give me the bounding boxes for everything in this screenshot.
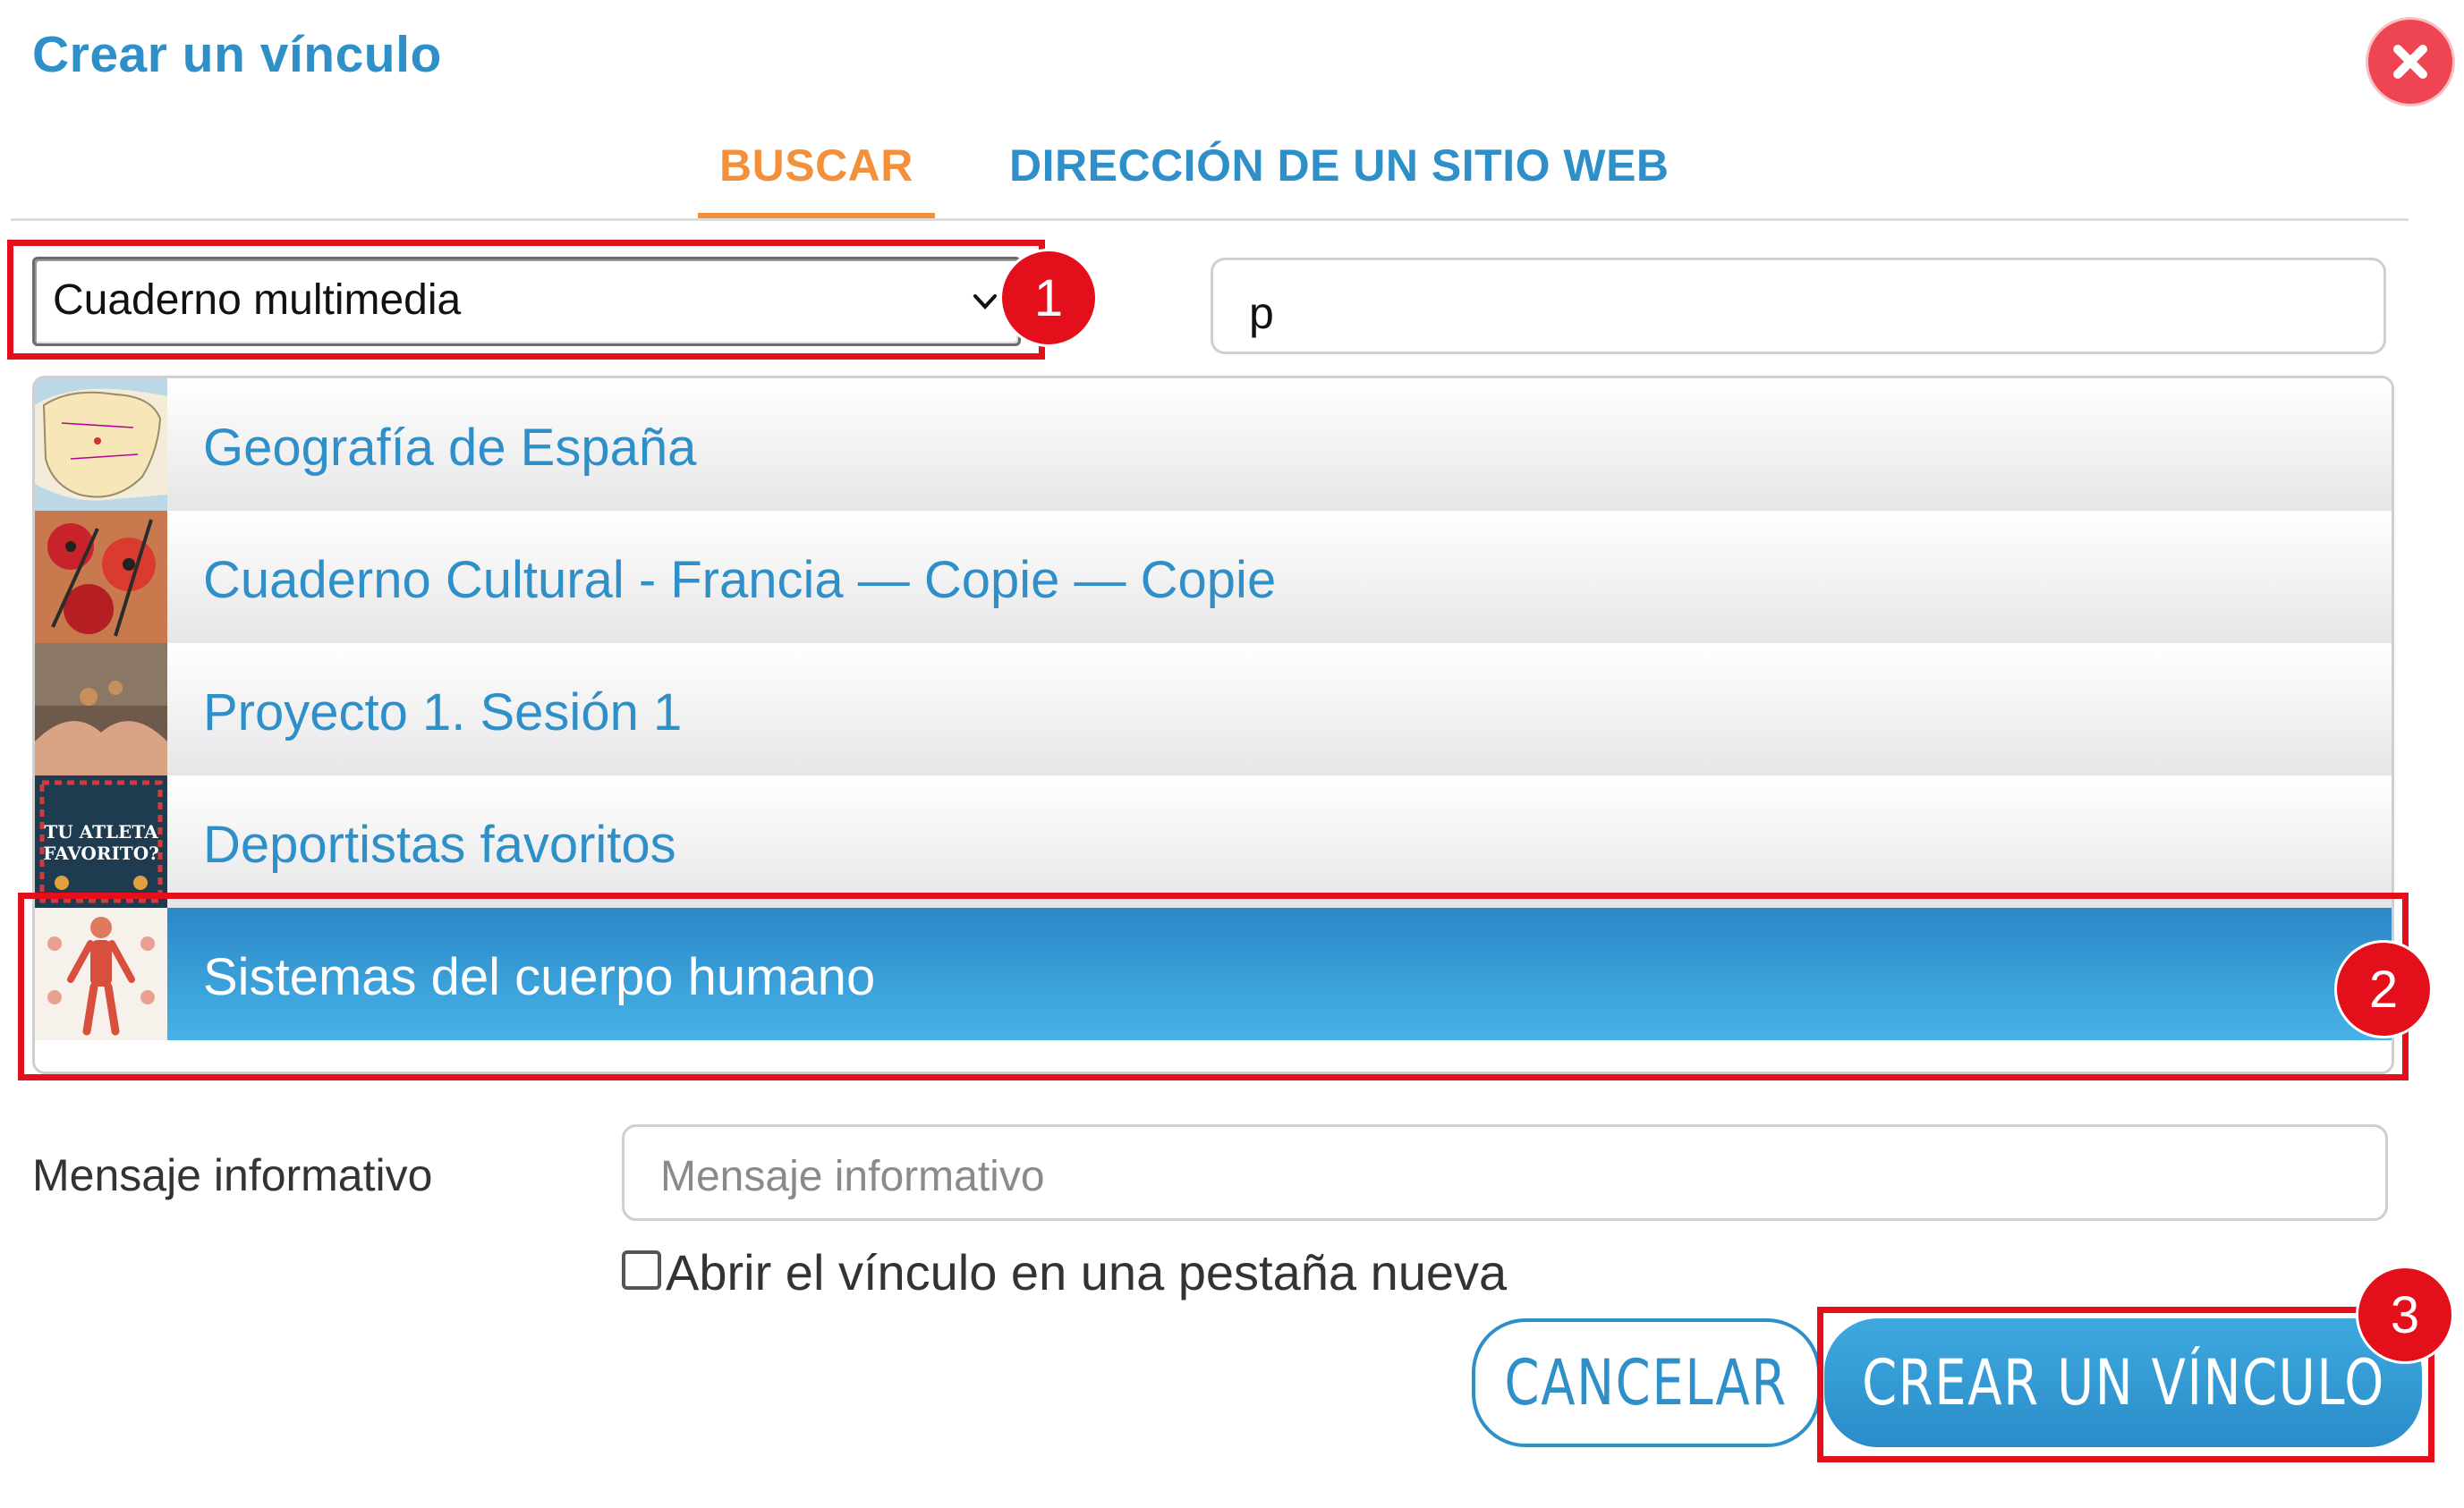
annotation-number-3: 3: [2390, 1285, 2420, 1344]
list-item[interactable]: Geografía de España: [35, 378, 2392, 511]
list-item[interactable]: Proyecto 1. Sesión 1: [35, 643, 2392, 775]
annotation-number-1: 1: [1033, 268, 1064, 327]
new-tab-checkbox[interactable]: [622, 1250, 661, 1290]
tab-buscar[interactable]: BUSCAR: [698, 140, 935, 218]
info-message-label: Mensaje informativo: [32, 1150, 433, 1200]
thumb-caption-2: FAVORITO?: [43, 843, 159, 864]
cancel-button[interactable]: CANCELAR: [1472, 1318, 1821, 1447]
annotation-box-2: [18, 893, 2409, 1080]
thumb-caption-1: TU ATLETA: [44, 821, 158, 843]
dialog-title: Crear un vínculo: [32, 26, 442, 83]
spain-map-thumbnail: [35, 378, 167, 511]
athlete-book-thumbnail: TU ATLETA FAVORITO?: [35, 775, 167, 908]
list-item[interactable]: Cuaderno Cultural - Francia — Copie — Co…: [35, 511, 2392, 643]
list-item-title: Cuaderno Cultural - Francia — Copie — Co…: [203, 551, 1277, 609]
cancel-button-label: CANCELAR: [1504, 1346, 1789, 1419]
info-message-input[interactable]: Mensaje informativo: [622, 1124, 2388, 1221]
annotation-badge-2: 2: [2337, 943, 2430, 1036]
list-item-title: Geografía de España: [203, 419, 697, 477]
info-message-placeholder: Mensaje informativo: [660, 1153, 1045, 1200]
flowers-painting-thumbnail: [35, 511, 167, 643]
search-input-value: p: [1249, 288, 1274, 338]
list-item-title: Proyecto 1. Sesión 1: [203, 683, 683, 741]
hands-thumbnail: [35, 643, 167, 775]
annotation-badge-1: 1: [1002, 251, 1095, 344]
tab-bar: BUSCAR DIRECCIÓN DE UN SITIO WEB: [11, 125, 2409, 221]
new-tab-label[interactable]: Abrir el vínculo en una pestaña nueva: [666, 1243, 1507, 1301]
list-item[interactable]: TU ATLETA FAVORITO? Deportistas favorito…: [35, 775, 2392, 908]
annotation-box-1: [7, 240, 1045, 360]
close-icon: [2393, 45, 2427, 79]
annotation-number-2: 2: [2368, 960, 2399, 1019]
annotation-badge-3: 3: [2358, 1268, 2451, 1361]
create-link-dialog: Crear un vínculo BUSCAR DIRECCIÓN DE UN …: [0, 0, 2464, 1508]
search-input[interactable]: p: [1211, 258, 2386, 354]
close-button[interactable]: [2368, 20, 2452, 104]
annotation-box-3: [1817, 1307, 2434, 1462]
tab-web-address[interactable]: DIRECCIÓN DE UN SITIO WEB: [1009, 140, 1670, 191]
list-item-title: Deportistas favoritos: [203, 816, 676, 874]
